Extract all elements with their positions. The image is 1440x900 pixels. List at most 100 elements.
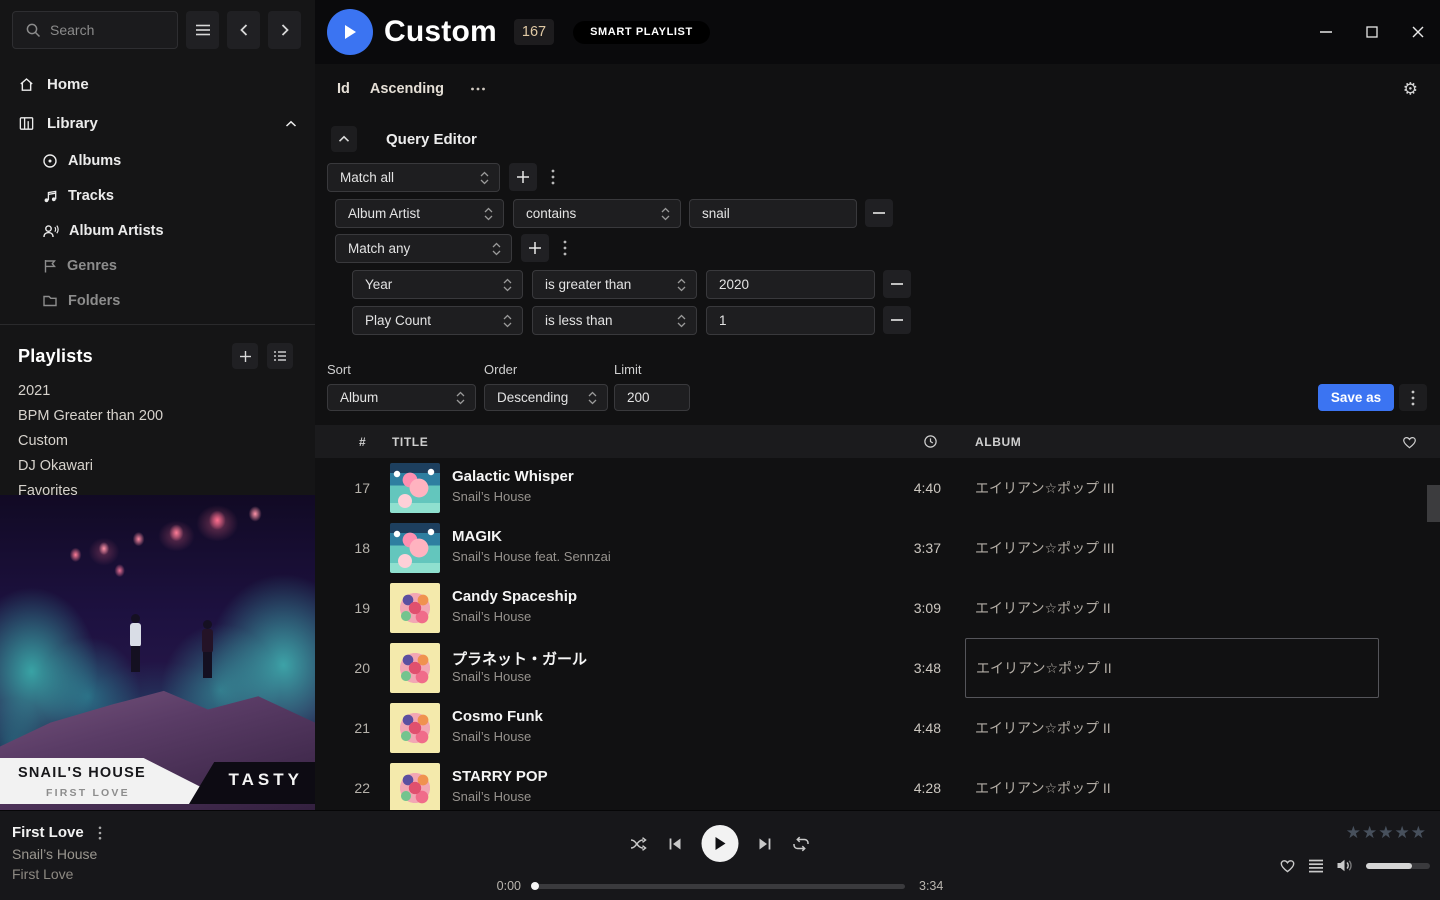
match-select-group1[interactable]: Match all	[327, 163, 500, 192]
nav-forward-icon	[279, 23, 291, 37]
settings-gear-icon[interactable]: ⚙	[1403, 81, 1418, 98]
rule2-remove-button[interactable]	[883, 270, 911, 298]
play-pause-button[interactable]	[702, 825, 739, 862]
save-menu-button[interactable]	[1399, 384, 1427, 411]
rule3-remove-button[interactable]	[883, 306, 911, 334]
volume-slider[interactable]	[1366, 863, 1430, 869]
track-artist: Snail’s House feat. Sennzai	[452, 549, 611, 564]
track-album-cell[interactable]: エイリアン☆ポップ III	[965, 458, 1379, 518]
rule2-field-select[interactable]: Year	[352, 270, 523, 299]
group2-menu-button[interactable]	[555, 234, 575, 262]
minimize-button[interactable]	[1318, 24, 1334, 40]
rule1-field-select[interactable]: Album Artist	[335, 199, 504, 228]
maximize-button[interactable]	[1364, 24, 1380, 40]
track-album-cell[interactable]: エイリアン☆ポップ II	[965, 638, 1379, 698]
now-playing-menu-button[interactable]	[98, 826, 102, 840]
rating-star-icon[interactable]: ★	[1395, 824, 1410, 841]
sidebar-item-album-artists[interactable]: Album Artists	[0, 213, 315, 248]
track-number: 20	[315, 638, 370, 698]
order-select[interactable]: Descending	[484, 384, 608, 411]
playback-controls	[630, 825, 811, 862]
play-playlist-button[interactable]	[327, 9, 373, 55]
previous-track-icon[interactable]	[668, 837, 683, 851]
add-rule-button-group2[interactable]	[521, 234, 549, 262]
track-row[interactable]: 20 プラネット・ガール Snail’s House 3:48 エイリアン☆ポッ…	[315, 638, 1440, 698]
app-window: Home Library	[0, 0, 1440, 900]
volume-icon[interactable]	[1336, 858, 1354, 873]
column-number[interactable]: #	[359, 425, 366, 458]
queue-icon[interactable]	[1308, 859, 1324, 873]
track-row[interactable]: 22 STARRY POP Snail’s House 4:28 エイリアン☆ポ…	[315, 758, 1440, 810]
sidebar-item-albums[interactable]: Albums	[0, 143, 315, 178]
tracklist: # TITLE ALBUM 17 Galactic Whisper Sn	[315, 425, 1440, 810]
playlist-item[interactable]: 2021	[0, 378, 315, 403]
rating-star-icon[interactable]: ★	[1378, 824, 1393, 841]
seek-bar[interactable]	[535, 884, 905, 889]
playlist-item[interactable]: DJ Okawari	[0, 453, 315, 478]
add-rule-button-group1[interactable]	[509, 163, 537, 191]
rule1-remove-button[interactable]	[865, 199, 893, 227]
sort-direction-button[interactable]: Ascending	[370, 81, 444, 97]
query-editor-collapse-button[interactable]	[331, 126, 357, 152]
rating-star-icon[interactable]: ★	[1411, 824, 1426, 841]
track-album: エイリアン☆ポップ III	[975, 538, 1115, 558]
rule3-field-select[interactable]: Play Count	[352, 306, 523, 335]
close-button[interactable]	[1410, 24, 1426, 40]
group1-menu-button[interactable]	[543, 163, 563, 191]
sort-field-button[interactable]: Id	[337, 81, 350, 97]
favorite-heart-icon[interactable]	[1279, 858, 1296, 873]
favorite-heart-icon[interactable]	[1402, 425, 1417, 458]
track-album-cell[interactable]: エイリアン☆ポップ II	[965, 578, 1379, 638]
track-row[interactable]: 18 MAGIK Snail’s House feat. Sennzai 3:3…	[315, 518, 1440, 578]
column-album[interactable]: ALBUM	[975, 425, 1021, 458]
track-album: エイリアン☆ポップ II	[975, 718, 1111, 738]
duration-clock-icon[interactable]	[923, 425, 938, 458]
next-track-icon[interactable]	[758, 837, 773, 851]
sidebar-item-folders[interactable]: Folders	[0, 283, 315, 318]
search-input[interactable]	[50, 22, 150, 38]
playlist-item[interactable]: Custom	[0, 428, 315, 453]
track-duration: 4:40	[855, 458, 941, 518]
rating-star-icon[interactable]: ★	[1362, 824, 1377, 841]
sidebar-item-home[interactable]: Home	[0, 65, 315, 104]
track-album-cell[interactable]: エイリアン☆ポップ III	[965, 518, 1379, 578]
track-album-cell[interactable]: エイリアン☆ポップ II	[965, 758, 1379, 810]
rule3-operator-select[interactable]: is less than	[532, 306, 697, 335]
nav-back-button[interactable]	[227, 11, 260, 49]
save-as-button[interactable]: Save as	[1318, 384, 1394, 411]
seek-knob[interactable]	[531, 882, 539, 890]
sidebar-divider	[0, 324, 315, 325]
menu-button[interactable]	[186, 11, 219, 49]
rule1-value-input[interactable]	[689, 199, 857, 228]
track-row[interactable]: 21 Cosmo Funk Snail’s House 4:48 エイリアン☆ポ…	[315, 698, 1440, 758]
search-box[interactable]	[12, 11, 178, 49]
elapsed-time: 0:00	[487, 879, 521, 893]
rule1-operator-select[interactable]: contains	[513, 199, 681, 228]
sidebar-item-genres[interactable]: Genres	[0, 248, 315, 283]
sidebar-item-library[interactable]: Library	[0, 104, 315, 143]
track-row[interactable]: 19 Candy Spaceship Snail’s House 3:09 エイ…	[315, 578, 1440, 638]
sort-select[interactable]: Album	[327, 384, 476, 411]
track-row[interactable]: 17 Galactic Whisper Snail’s House 4:40 エ…	[315, 458, 1440, 518]
collapse-chevron-icon[interactable]	[285, 120, 297, 128]
rule2-operator-select[interactable]: is greater than	[532, 270, 697, 299]
repeat-icon[interactable]	[792, 836, 811, 852]
order-label: Order	[484, 362, 517, 377]
seek-row: 0:00 3:34	[487, 879, 953, 893]
shuffle-icon[interactable]	[630, 836, 649, 852]
column-title[interactable]: TITLE	[392, 425, 428, 458]
limit-input[interactable]	[614, 384, 690, 411]
add-playlist-button[interactable]	[232, 343, 258, 369]
sidebar-item-tracks[interactable]: Tracks	[0, 178, 315, 213]
rule2-value-input[interactable]	[706, 270, 875, 299]
rule3-value-input[interactable]	[706, 306, 875, 335]
playlist-menu-button[interactable]	[267, 343, 293, 369]
match-select-group2[interactable]: Match any	[335, 234, 512, 263]
scrollbar-thumb[interactable]	[1427, 485, 1440, 522]
nav-forward-button[interactable]	[268, 11, 301, 49]
track-album-cell[interactable]: エイリアン☆ポップ II	[965, 698, 1379, 758]
track-artwork-thumbnail	[390, 583, 440, 633]
more-horizontal-icon[interactable]	[470, 86, 486, 92]
playlist-item[interactable]: BPM Greater than 200	[0, 403, 315, 428]
rating-star-icon[interactable]: ★	[1346, 824, 1361, 841]
